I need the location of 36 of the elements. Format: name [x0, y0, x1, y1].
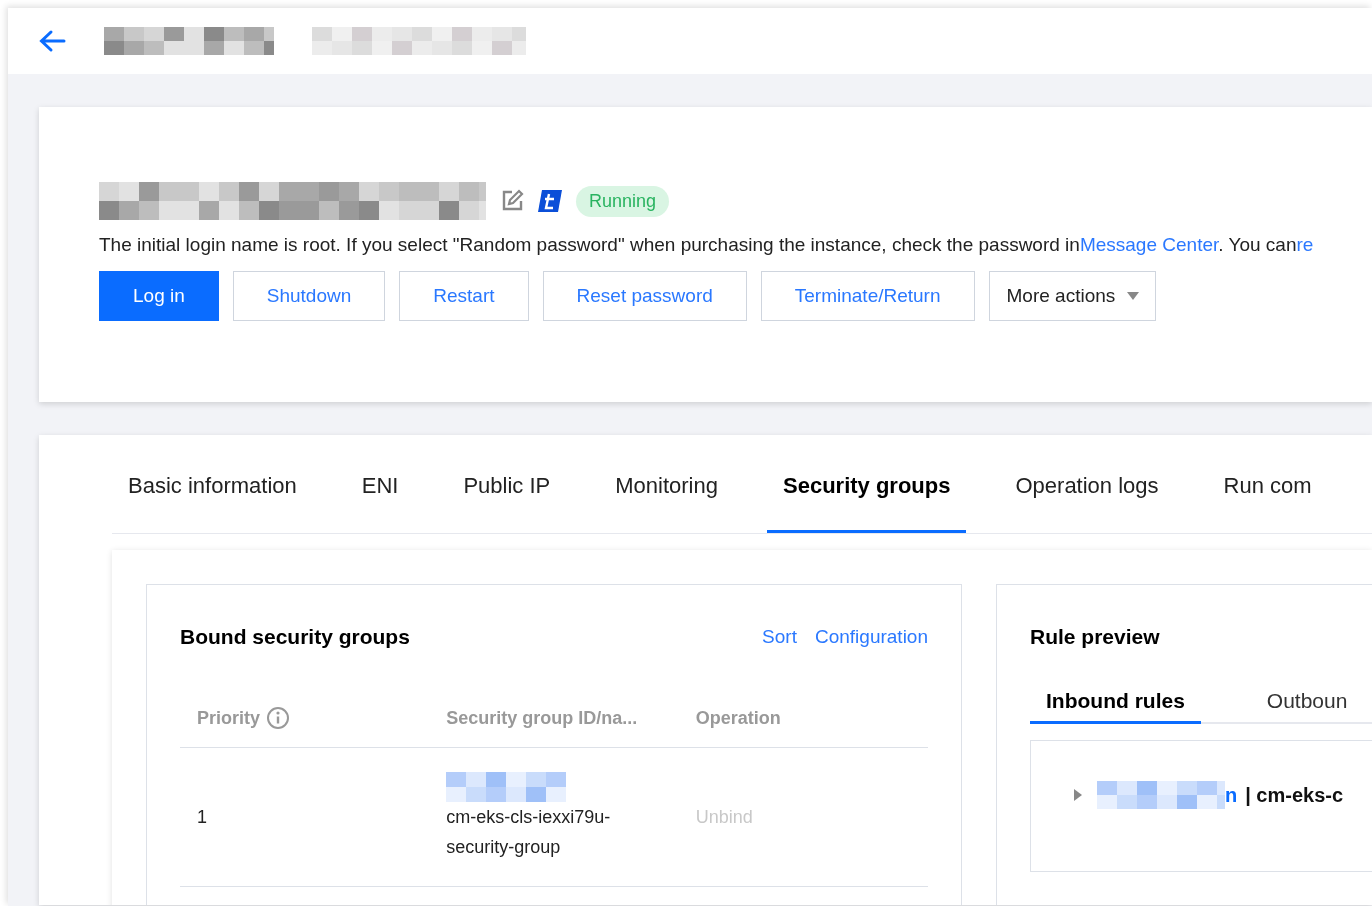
caret-icon — [1127, 292, 1140, 300]
column-header: Security group ID/na... — [446, 707, 638, 728]
table-cell: 1 — [197, 806, 207, 827]
tab[interactable]: Monitoring — [599, 435, 734, 533]
link[interactable]: Configuration — [814, 626, 928, 648]
notice-text: . You can — [1218, 234, 1297, 255]
more-actions-dropdown[interactable]: More actions — [988, 271, 1157, 321]
rule-title: | cm-eks-c — [1245, 783, 1344, 807]
action-button[interactable]: Reset password — [542, 271, 747, 321]
tab[interactable]: Run com — [1207, 435, 1328, 533]
status-badge: Running — [576, 185, 670, 217]
back-arrow-icon[interactable] — [38, 29, 66, 53]
tab[interactable]: ENI — [345, 435, 415, 533]
column-header: Operation — [695, 707, 781, 728]
tab[interactable]: Operation logs — [999, 435, 1175, 533]
action-button[interactable]: Shutdown — [232, 271, 386, 321]
notice-text: The initial login name is root. If you select "Random password" when purchasing the instance, check the password in — [99, 234, 1080, 255]
panel-title: Bound security groups — [180, 625, 410, 649]
link[interactable]: Sort — [762, 626, 797, 648]
tab[interactable]: Basic information — [112, 435, 313, 533]
caret-right-icon[interactable] — [1073, 789, 1083, 801]
tab[interactable]: Public IP — [447, 435, 567, 533]
action-button[interactable]: Terminate/Return — [760, 271, 975, 321]
rule-link[interactable]: n — [1225, 783, 1238, 807]
message-link[interactable]: re — [1296, 234, 1314, 255]
tab[interactable]: Outboun — [1250, 689, 1364, 724]
tab[interactable]: Inbound rules — [1030, 689, 1201, 724]
login-button[interactable]: Log in — [99, 271, 219, 321]
panel-title: Rule preview — [1030, 625, 1160, 649]
tab[interactable]: Security groups — [767, 435, 967, 533]
table-cell-text: cm-eks-cls-iexxi79u-security-group — [446, 806, 612, 859]
column-header: Priority — [197, 707, 261, 728]
action-button[interactable]: Restart — [399, 271, 529, 321]
tag-icon — [538, 190, 562, 212]
message-link[interactable]: Message Center — [1079, 234, 1219, 255]
edit-icon[interactable] — [500, 189, 524, 213]
